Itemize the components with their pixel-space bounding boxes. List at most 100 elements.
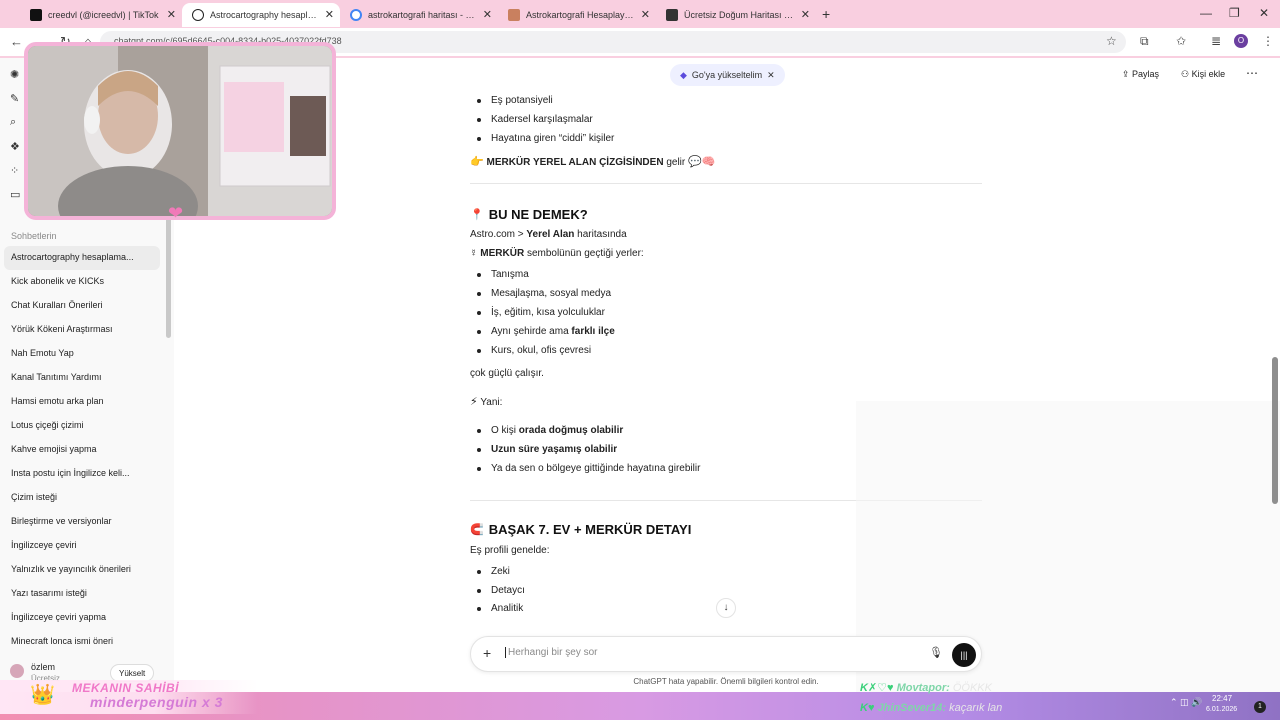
chat-item[interactable]: Çizim isteği <box>4 486 160 510</box>
back-icon[interactable]: ← <box>10 34 23 49</box>
list-item: Eş potansiyeli <box>470 94 982 113</box>
chat-item[interactable]: İngilizceye çeviri <box>4 534 160 558</box>
list-item: Tanışma <box>470 268 982 287</box>
search-icon[interactable]: ⌕ <box>10 116 20 129</box>
chatgpt-icon <box>192 9 204 21</box>
chat-list: Astrocartography hesaplama... Kick abone… <box>4 246 160 654</box>
extensions-icon[interactable]: ⧉ <box>1140 34 1149 49</box>
chat-item[interactable]: Yörük Kökeni Araştırması <box>4 318 160 342</box>
chat-item[interactable]: Astrocartography hesaplama... <box>4 246 160 270</box>
favorites-icon[interactable]: ✩ <box>1176 34 1186 48</box>
new-chat-icon[interactable]: ✎ <box>10 92 20 105</box>
speech-bubble-icon: 💬 <box>688 156 702 169</box>
chatgpt-logo-icon[interactable]: ✺ <box>10 68 20 81</box>
list-item: Kurs, okul, ofis çevresi <box>470 344 982 363</box>
go-upgrade-pill[interactable]: ◆ Go'ya yükseltelim ✕ <box>670 64 785 86</box>
webcam-overlay <box>24 42 336 220</box>
list-item: Aynı şehirde ama farklı ilçe <box>470 325 982 344</box>
list-item: Kadersel karşılaşmalar <box>470 113 982 132</box>
tab-astrokartografi[interactable]: Astrokartografi Hesaplayıcı | Hesap ✕ <box>498 3 656 27</box>
add-person-button[interactable]: ⚇ Kişi ekle <box>1181 69 1225 80</box>
crown-icon: 👑 <box>30 684 55 706</box>
close-window-icon[interactable]: ✕ <box>1259 6 1269 20</box>
mercury-symbol-icon: ☿ <box>470 248 481 260</box>
alert-title: MEKANIN SAHİBİ <box>72 681 180 695</box>
section-heading: 📍 BU NE DEMEK? <box>470 206 588 222</box>
chat-item[interactable]: Birleştirme ve versiyonlar <box>4 510 160 534</box>
main-scrollbar[interactable] <box>1272 357 1278 504</box>
arrow-down-icon: ↓ <box>723 602 729 613</box>
tab-strip: creedvl (@icreedvl) | TikTok ✕ Astrocart… <box>0 0 1280 28</box>
chat-message: K♥ JhinSever14: kaçarık lan <box>860 702 1003 714</box>
chats-section-label: Sohbetlerin <box>11 231 57 241</box>
go-upgrade-label: Go'ya yükseltelim <box>691 70 763 80</box>
chat-item[interactable]: Minecraft lonca ismi öneri <box>4 630 160 654</box>
scroll-down-button[interactable]: ↓ <box>716 598 736 618</box>
voice-mode-icon[interactable]: ||| <box>952 643 976 667</box>
clock-time: 22:47 <box>1212 694 1233 703</box>
close-tab-icon[interactable]: ✕ <box>167 8 176 21</box>
list-item: Hayatına giren “ciddi” kişiler <box>470 132 982 151</box>
webcam-image <box>28 46 332 216</box>
clock-date: 6.01.2026 <box>1206 706 1238 713</box>
chat-item[interactable]: Kanal Tanıtımı Yardımı <box>4 366 160 390</box>
chat-item[interactable]: Hamsi emotu arka plan <box>4 390 160 414</box>
close-tab-icon[interactable]: ✕ <box>325 8 334 21</box>
chat-item[interactable]: İngilizceye çeviri yapma <box>4 606 160 630</box>
notification-badge[interactable]: 1 <box>1254 701 1266 713</box>
chat-item[interactable]: Kick abonelik ve KICKs <box>4 270 160 294</box>
library-icon[interactable]: ❖ <box>10 140 20 153</box>
tab-dogum-haritasi[interactable]: Ücretsiz Doğum Haritası Hesap ✕ <box>656 3 816 27</box>
chat-badge-icons: K✗♡♥ <box>860 682 894 694</box>
tab-chatgpt[interactable]: Astrocartography hesaplama yardımı ✕ <box>182 3 340 27</box>
chat-item[interactable]: Yazı tasarımı isteği <box>4 582 160 606</box>
heart-icon: ❤ <box>168 203 184 223</box>
person-add-icon: ⚇ <box>1181 69 1192 79</box>
close-tab-icon[interactable]: ✕ <box>641 8 650 21</box>
magnet-icon: 🧲 <box>470 524 484 537</box>
chat-item[interactable]: Lotus çiçeği çizimi <box>4 414 160 438</box>
tiktok-icon <box>30 9 42 21</box>
bookmark-star-icon[interactable]: ☆ <box>1106 34 1117 48</box>
pointing-hand-icon: 👉 <box>470 156 484 169</box>
alert-user: minderpenguin x 3 <box>90 694 223 710</box>
paragraph: Astro.com > Yerel Alan haritasında <box>470 229 627 241</box>
chat-item[interactable]: Chat Kuralları Önerileri <box>4 294 160 318</box>
chat-item[interactable]: Kahve emojisi yapma <box>4 438 160 462</box>
message-composer: + 🎙 ||| <box>470 636 982 672</box>
microphone-icon[interactable]: 🎙 <box>929 646 943 659</box>
maximize-icon[interactable]: ❐ <box>1229 6 1240 20</box>
chat-item[interactable]: Insta postu için İngilizce keli... <box>4 462 160 486</box>
divider <box>470 183 982 185</box>
sidebar-icons: ✺ ✎ ⌕ ❖ ⁘ ▭ <box>10 68 20 212</box>
plus-icon[interactable]: + <box>483 645 491 661</box>
paragraph: ☿ MERKÜR sembolünün geçtiği yerler: <box>470 248 644 260</box>
profile-avatar[interactable]: O <box>1234 34 1248 48</box>
chat-item[interactable]: Nah Emotu Yap <box>4 342 160 366</box>
more-options-icon[interactable]: ⋯ <box>1246 66 1258 80</box>
tab-tiktok[interactable]: creedvl (@icreedvl) | TikTok ✕ <box>20 3 182 27</box>
chat-badge-icons: K♥ <box>860 702 875 714</box>
minimize-icon[interactable]: — <box>1200 6 1212 20</box>
prompt-input[interactable] <box>505 647 905 658</box>
pin-icon: 📍 <box>470 208 484 221</box>
new-tab-icon[interactable]: + <box>822 6 830 22</box>
user-name: özlem <box>31 662 56 672</box>
apps-icon[interactable]: ⁘ <box>10 164 20 177</box>
chat-item[interactable]: Yalnızlık ve yayıncılık önerileri <box>4 558 160 582</box>
close-tab-icon[interactable]: ✕ <box>483 8 492 21</box>
share-button[interactable]: ⇪ Paylaş <box>1122 69 1159 80</box>
close-icon[interactable]: ✕ <box>767 70 775 81</box>
brain-icon: 🧠 <box>701 156 716 169</box>
tray-icons[interactable]: ⌃ ◫ 🔊 <box>1170 697 1202 708</box>
share-icon: ⇪ <box>1122 69 1133 79</box>
close-tab-icon[interactable]: ✕ <box>801 8 810 21</box>
site-icon <box>508 9 520 21</box>
projects-icon[interactable]: ▭ <box>10 188 20 201</box>
diamond-icon: ◆ <box>680 69 687 80</box>
tab-google[interactable]: astrokartografi haritası - Google ✕ <box>340 3 498 27</box>
avatar <box>10 664 24 678</box>
menu-icon[interactable]: ⋮ <box>1262 34 1274 48</box>
merkur-line: 👉 MERKÜR YEREL ALAN ÇİZGİSİNDEN gelir 💬🧠 <box>470 156 716 169</box>
collections-icon[interactable]: ≣ <box>1211 34 1221 48</box>
